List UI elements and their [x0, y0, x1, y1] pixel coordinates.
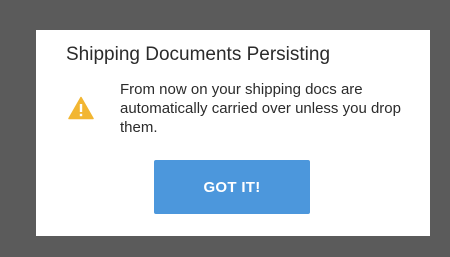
modal-overlay: Shipping Documents Persisting From now o…: [0, 0, 450, 257]
warning-icon: [68, 96, 94, 120]
got-it-button[interactable]: GOT IT!: [154, 160, 310, 214]
dialog-message: From now on your shipping docs are autom…: [120, 81, 401, 136]
dialog-title: Shipping Documents Persisting: [66, 44, 331, 65]
shipping-docs-dialog: Shipping Documents Persisting From now o…: [36, 30, 430, 236]
